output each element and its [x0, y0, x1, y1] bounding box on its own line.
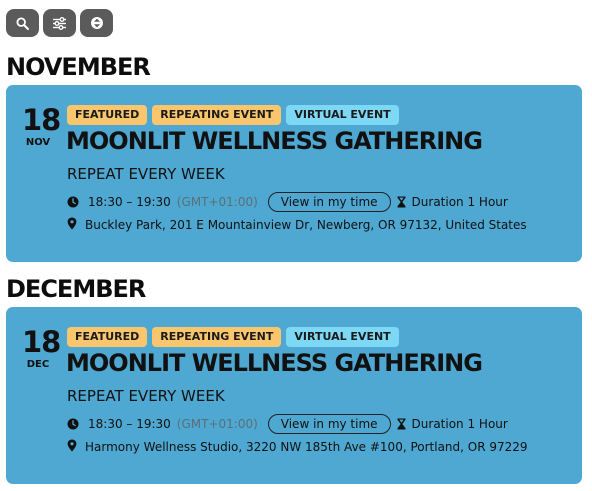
event-repeat: REPEAT EVERY WEEK: [67, 165, 225, 183]
event-location: Harmony Wellness Studio, 3220 NW 185th A…: [85, 440, 528, 454]
event-title[interactable]: MOONLIT WELLNESS GATHERING: [66, 349, 483, 377]
sort-button[interactable]: [80, 9, 113, 37]
repeating-event-badge: REPEATING EVENT: [152, 105, 282, 125]
event-day: 18: [22, 103, 61, 137]
event-location-row: Harmony Wellness Studio, 3220 NW 185th A…: [67, 439, 528, 455]
event-month: DEC: [26, 359, 50, 370]
event-timezone: (GMT+01:00): [176, 195, 258, 209]
month-heading: NOVEMBER: [6, 53, 151, 81]
event-time-row: 18:30 – 19:30 (GMT+01:00) View in my tim…: [67, 414, 508, 434]
event-timezone: (GMT+01:00): [176, 417, 258, 431]
repeating-event-badge: REPEATING EVENT: [152, 327, 282, 347]
toolbar: [6, 9, 113, 37]
clock-icon: [67, 418, 79, 430]
month-heading: DECEMBER: [6, 275, 146, 303]
event-date: 18 NOV: [22, 103, 61, 148]
event-month: NOV: [25, 137, 51, 148]
event-repeat: REPEAT EVERY WEEK: [67, 387, 225, 405]
map-pin-icon: [67, 439, 77, 455]
event-day: 18: [22, 325, 61, 359]
featured-badge: FEATURED: [67, 327, 148, 347]
event-time-range: 18:30 – 19:30: [88, 417, 171, 431]
event-location-row: Buckley Park, 201 E Mountainview Dr, New…: [67, 217, 527, 233]
map-pin-icon: [67, 217, 77, 233]
hourglass-icon: [396, 418, 408, 430]
featured-badge: FEATURED: [67, 105, 148, 125]
event-duration: Duration 1 Hour: [411, 195, 508, 209]
search-icon: [16, 16, 29, 30]
event-duration: Duration 1 Hour: [411, 417, 508, 431]
search-button[interactable]: [6, 9, 39, 37]
virtual-event-badge: VIRTUAL EVENT: [286, 105, 399, 125]
sort-icon: [90, 17, 103, 29]
event-time-row: 18:30 – 19:30 (GMT+01:00) View in my tim…: [67, 192, 508, 212]
view-in-my-time-button[interactable]: View in my time: [267, 414, 391, 434]
event-title[interactable]: MOONLIT WELLNESS GATHERING: [66, 127, 483, 155]
clock-icon: [67, 196, 79, 208]
virtual-event-badge: VIRTUAL EVENT: [286, 327, 399, 347]
event-location: Buckley Park, 201 E Mountainview Dr, New…: [85, 218, 527, 232]
view-in-my-time-button[interactable]: View in my time: [267, 192, 391, 212]
event-date: 18 DEC: [22, 325, 61, 370]
filter-button[interactable]: [43, 9, 76, 37]
event-badges: FEATURED REPEATING EVENT VIRTUAL EVENT: [67, 105, 399, 125]
hourglass-icon: [396, 196, 408, 208]
event-card[interactable]: 18 DEC FEATURED REPEATING EVENT VIRTUAL …: [6, 307, 582, 484]
event-badges: FEATURED REPEATING EVENT VIRTUAL EVENT: [67, 327, 399, 347]
sliders-icon: [53, 16, 66, 30]
event-time-range: 18:30 – 19:30: [88, 195, 171, 209]
event-card[interactable]: 18 NOV FEATURED REPEATING EVENT VIRTUAL …: [6, 85, 582, 262]
